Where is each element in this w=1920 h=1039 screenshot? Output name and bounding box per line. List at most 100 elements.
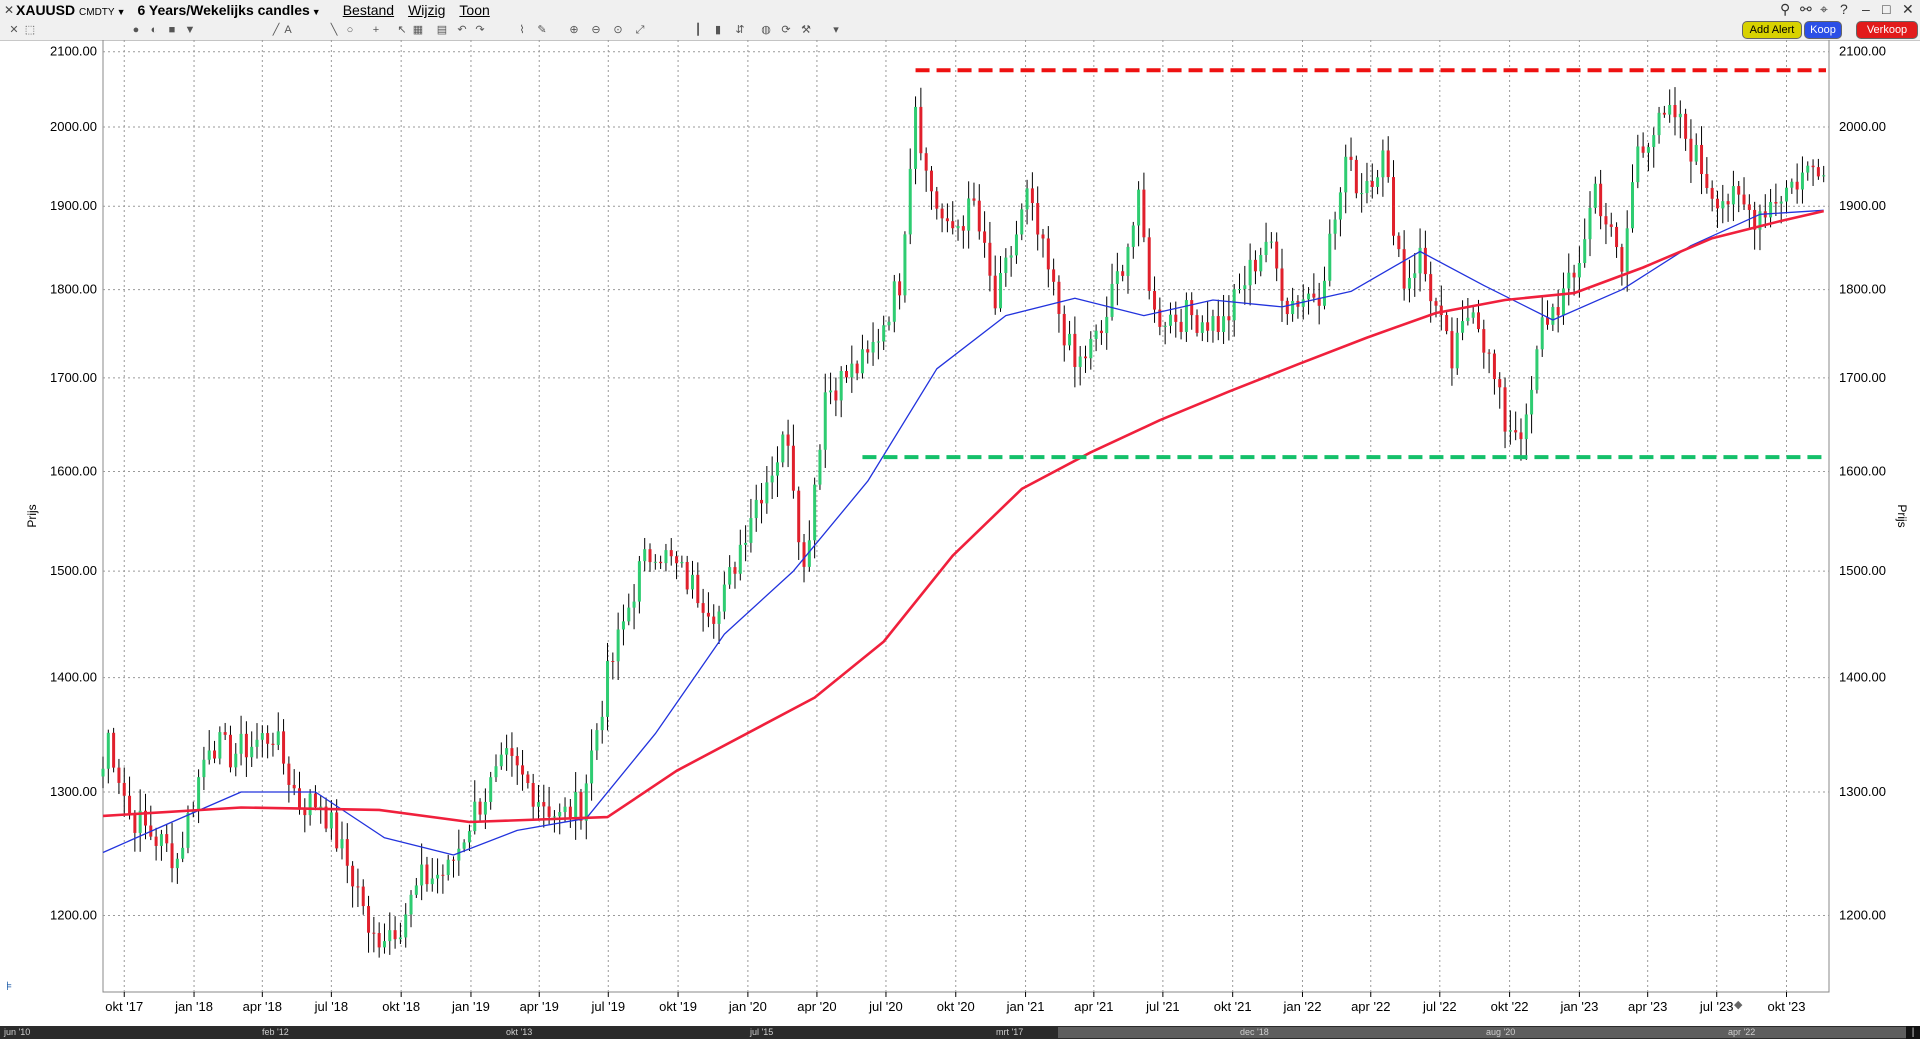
- candle-body: [1333, 219, 1337, 234]
- candle-body: [860, 349, 864, 374]
- pin-icon[interactable]: ⌖: [1820, 2, 1828, 16]
- candle-body: [967, 198, 971, 231]
- candle-body: [1365, 181, 1369, 194]
- timeframe-selector[interactable]: 6 Years/Wekelijks candles ▼: [138, 2, 321, 18]
- more-icon[interactable]: ▾: [830, 24, 842, 36]
- candle-body: [1328, 233, 1332, 281]
- undo-icon[interactable]: ↶: [456, 24, 468, 36]
- candle-body: [579, 792, 583, 821]
- color-circle-icon[interactable]: ●: [130, 24, 142, 36]
- candle-body: [356, 886, 360, 888]
- zoom-in-icon[interactable]: ⊕: [568, 24, 580, 36]
- candle-body: [775, 462, 779, 476]
- navigator-scrollbar[interactable]: | jun '10 feb '12 okt '13 jul '15 mrt '17 dec…: [0, 1026, 1920, 1039]
- zoom-out-icon[interactable]: ⊖: [590, 24, 602, 36]
- select-icon[interactable]: ↖: [396, 24, 408, 36]
- spread-icon[interactable]: ⇵: [734, 24, 746, 36]
- bars-icon[interactable]: ┃: [692, 24, 704, 36]
- candle-body: [898, 281, 902, 296]
- globe-icon[interactable]: ◍: [760, 24, 772, 36]
- candle-body: [494, 766, 498, 778]
- scroll-end-icon: ◆: [1734, 998, 1743, 1011]
- circle-icon[interactable]: ○: [344, 24, 356, 36]
- navigator-label: dec '18: [1240, 1027, 1269, 1037]
- candle-body: [908, 168, 912, 235]
- pencil-icon[interactable]: ╱: [270, 24, 282, 36]
- candle-body: [1376, 177, 1380, 187]
- candle-body: [616, 629, 620, 662]
- arrow-down-icon[interactable]: ▼: [184, 24, 196, 36]
- candle-body: [287, 763, 291, 785]
- candle-body: [1344, 156, 1348, 193]
- candle-body: [223, 732, 227, 735]
- candle-body: [1498, 379, 1502, 388]
- navigator-end-handle[interactable]: |: [1906, 1026, 1920, 1039]
- candle-body: [1641, 146, 1645, 153]
- candle-body: [1115, 271, 1119, 284]
- candle-body: [765, 482, 769, 504]
- add-alert-button[interactable]: Add Alert: [1742, 21, 1802, 39]
- x-tick-label: okt '19: [659, 999, 697, 1014]
- candle-body: [1338, 192, 1342, 220]
- candle-body: [1275, 241, 1279, 269]
- candle-body: [1800, 172, 1804, 190]
- line-icon[interactable]: ╲: [328, 24, 340, 36]
- menu-wijzig[interactable]: Wijzig: [408, 2, 445, 18]
- menu-bestand[interactable]: Bestand: [343, 2, 394, 18]
- price-chart[interactable]: 1200.00 1200.00 1300.00 1300.00 1400.00 1400.…: [0, 40, 1920, 1026]
- symbol-selector[interactable]: XAUUSD CMDTY ▼: [16, 2, 126, 18]
- fib-icon[interactable]: ⌇: [516, 24, 528, 36]
- candle-body: [1567, 272, 1571, 289]
- candle-body: [728, 567, 732, 585]
- candle-body: [1216, 316, 1220, 332]
- plus-icon[interactable]: +: [370, 24, 382, 36]
- candle-body: [850, 363, 854, 378]
- redo-icon[interactable]: ↷: [474, 24, 486, 36]
- candle-body: [1200, 322, 1204, 333]
- wrench-icon[interactable]: ⚒: [800, 24, 812, 36]
- window-close-icon[interactable]: ✕: [1902, 2, 1914, 16]
- navigator-label: feb '12: [262, 1027, 289, 1037]
- candle-body: [1413, 273, 1417, 278]
- navigator-label: okt '13: [506, 1027, 533, 1037]
- help-icon[interactable]: ?: [1840, 2, 1848, 16]
- candle-body: [643, 549, 647, 562]
- zoom-reset-icon[interactable]: ⊙: [612, 24, 624, 36]
- minimize-icon[interactable]: –: [1862, 2, 1870, 16]
- sell-button[interactable]: Verkoop: [1856, 21, 1918, 39]
- candle-body: [452, 859, 456, 861]
- link-icon[interactable]: ⚲: [1780, 2, 1790, 16]
- unlink-icon[interactable]: ⚯: [1800, 2, 1812, 16]
- candles-icon[interactable]: ▮: [712, 24, 724, 36]
- close-icon[interactable]: ✕: [4, 4, 16, 16]
- zoom-box-icon[interactable]: ⬚: [24, 24, 36, 36]
- square-icon[interactable]: ■: [166, 24, 178, 36]
- candle-body: [1301, 299, 1305, 307]
- candle-body: [542, 802, 546, 807]
- menu-toon[interactable]: Toon: [459, 2, 489, 18]
- candle-body: [1360, 193, 1364, 195]
- candle-body: [1461, 321, 1465, 333]
- edit-icon[interactable]: ✎: [536, 24, 548, 36]
- candle-body: [744, 542, 748, 545]
- candle-body: [1450, 331, 1454, 369]
- text-icon[interactable]: A: [282, 24, 294, 36]
- refresh-icon[interactable]: ⟳: [780, 24, 792, 36]
- candle-body: [1168, 314, 1172, 326]
- candle-body: [510, 748, 514, 756]
- candle-body: [929, 170, 933, 192]
- table-icon[interactable]: ▦: [412, 24, 424, 36]
- maximize-icon[interactable]: □: [1882, 2, 1890, 16]
- buy-button[interactable]: Koop: [1804, 21, 1842, 39]
- y-tick-label-right: 2100.00: [1839, 44, 1886, 59]
- candle-body: [345, 839, 349, 866]
- candle-body: [404, 914, 408, 938]
- candle-body: [473, 801, 477, 832]
- candle-body: [1769, 201, 1773, 218]
- contrast-icon[interactable]: ◐: [148, 24, 160, 36]
- candle-body: [276, 731, 280, 745]
- y-tick-label-left: 1600.00: [50, 463, 97, 478]
- crosshair-icon[interactable]: ✕: [8, 24, 20, 36]
- fit-icon[interactable]: ⤢: [634, 24, 646, 36]
- calendar-icon[interactable]: ▤: [436, 24, 448, 36]
